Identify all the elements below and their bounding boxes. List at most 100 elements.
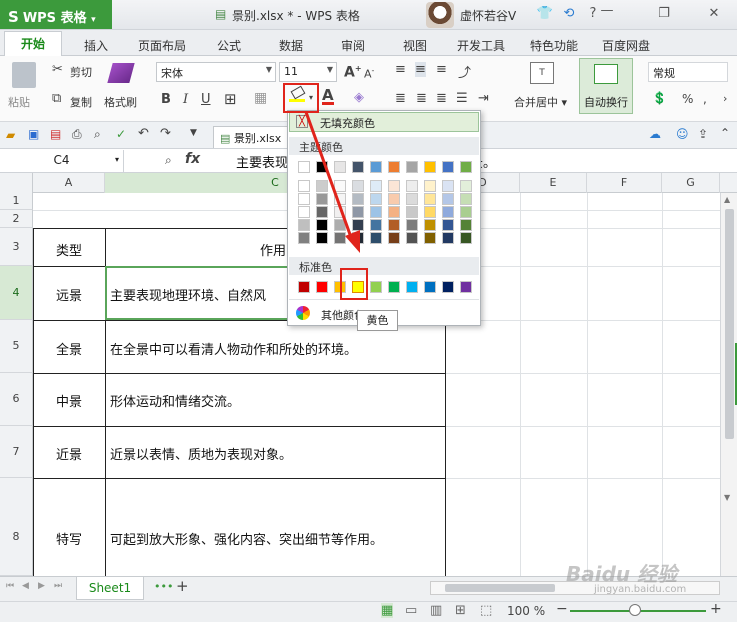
merge-center-button[interactable]: 合并居中 ▾ <box>514 94 567 110</box>
theme-color-swatch[interactable] <box>352 206 364 218</box>
theme-color-swatch[interactable] <box>334 180 346 192</box>
full-screen-icon[interactable]: ⬚ <box>480 603 492 618</box>
theme-color-swatch[interactable] <box>460 193 472 205</box>
theme-color-swatch[interactable] <box>298 219 310 231</box>
share-icon[interactable]: ⇪ <box>698 127 708 141</box>
theme-color-swatch[interactable] <box>298 161 310 173</box>
user-share-icon[interactable]: ☺ <box>676 127 689 141</box>
theme-color-swatch[interactable] <box>424 193 436 205</box>
cell-a4[interactable]: 远景 <box>56 285 82 304</box>
theme-color-swatch[interactable] <box>388 219 400 231</box>
cell-c3[interactable]: 作用 <box>260 240 286 259</box>
theme-color-swatch[interactable] <box>352 232 364 244</box>
row-header-3[interactable]: 3 <box>0 228 33 266</box>
file-tab[interactable]: ▤ 景别.xlsx <box>213 126 293 148</box>
no-fill-option[interactable]: ╳ 无填充颜色 <box>289 112 479 132</box>
theme-color-swatch[interactable] <box>298 180 310 192</box>
sheet-tab-sheet1[interactable]: Sheet1 <box>76 577 144 600</box>
standard-color-swatch[interactable] <box>406 281 418 293</box>
theme-color-swatch[interactable] <box>316 161 328 173</box>
percent-button[interactable]: % <box>682 92 693 106</box>
standard-color-swatch[interactable] <box>370 281 382 293</box>
standard-color-swatch[interactable] <box>460 281 472 293</box>
standard-color-swatch[interactable] <box>298 281 310 293</box>
row-header-1[interactable]: 1 <box>0 193 33 210</box>
next-sheet-icon[interactable]: ▶ <box>38 581 45 591</box>
tab-baidu-pan[interactable]: 百度网盘 <box>602 37 650 54</box>
cell-c7[interactable]: 近景以表情、质地为表现对象。 <box>110 444 292 463</box>
paste-icon[interactable] <box>12 62 36 88</box>
column-header-f[interactable]: F <box>587 173 662 193</box>
user-name[interactable]: 虚怀若谷V <box>460 7 516 24</box>
currency-icon[interactable]: 💲 <box>652 91 667 105</box>
avatar[interactable] <box>426 2 454 28</box>
column-header-e[interactable]: E <box>520 173 587 193</box>
theme-color-swatch[interactable] <box>370 232 382 244</box>
theme-color-swatch[interactable] <box>370 193 382 205</box>
scissors-icon[interactable]: ✂ <box>52 62 63 77</box>
font-color-icon[interactable]: A <box>322 88 334 105</box>
theme-color-swatch[interactable] <box>406 219 418 231</box>
prev-sheet-icon[interactable]: ◀ <box>22 581 29 591</box>
theme-color-swatch[interactable] <box>424 232 436 244</box>
wrap-text-button[interactable]: 自动换行 <box>579 58 633 114</box>
cell-a8[interactable]: 特写 <box>56 529 82 548</box>
theme-color-swatch[interactable] <box>334 206 346 218</box>
last-sheet-icon[interactable]: ⏭ <box>54 581 62 591</box>
tab-insert[interactable]: 插入 <box>84 37 108 54</box>
name-box[interactable]: C4 ▾ <box>0 150 124 172</box>
zoom-out-button[interactable]: − <box>556 601 568 617</box>
tab-review[interactable]: 审阅 <box>341 37 365 54</box>
theme-color-swatch[interactable] <box>442 232 454 244</box>
underline-button[interactable]: U <box>201 92 211 107</box>
theme-color-swatch[interactable] <box>388 206 400 218</box>
decrease-font-icon[interactable]: A- <box>364 66 374 81</box>
theme-color-swatch[interactable] <box>352 193 364 205</box>
theme-color-swatch[interactable] <box>388 193 400 205</box>
format-painter-button[interactable]: 格式刷 <box>104 94 137 110</box>
orientation-icon[interactable]: ⤴ <box>458 62 471 81</box>
cell-a6[interactable]: 中景 <box>56 391 82 410</box>
theme-color-swatch[interactable] <box>424 219 436 231</box>
print-icon[interactable]: ⎙ <box>72 127 82 142</box>
theme-color-swatch[interactable] <box>406 193 418 205</box>
theme-color-swatch[interactable] <box>460 180 472 192</box>
tab-page-layout[interactable]: 页面布局 <box>138 37 186 54</box>
search-icon[interactable]: ⌕ <box>165 153 172 168</box>
normal-view-icon[interactable]: ▦ <box>381 603 394 618</box>
fx-button[interactable]: fx <box>185 151 200 167</box>
align-bottom-icon[interactable]: ≡ <box>436 62 447 77</box>
tab-view[interactable]: 视图 <box>403 37 427 54</box>
tab-data[interactable]: 数据 <box>279 37 303 54</box>
indent-icon[interactable]: ⇥ <box>478 91 489 106</box>
spellcheck-icon[interactable]: ✓ <box>116 127 126 141</box>
theme-color-swatch[interactable] <box>442 219 454 231</box>
customize-dropdown-icon[interactable]: ▼ <box>190 128 197 138</box>
tab-special[interactable]: 特色功能 <box>530 37 578 54</box>
align-middle-icon[interactable]: ≡ <box>415 62 426 77</box>
minimize-ribbon-icon[interactable]: ⌃ <box>720 126 730 140</box>
theme-color-swatch[interactable] <box>424 180 436 192</box>
zoom-level[interactable]: 100 % <box>507 604 545 618</box>
theme-color-swatch[interactable] <box>442 180 454 192</box>
theme-color-swatch[interactable] <box>298 206 310 218</box>
theme-color-swatch[interactable] <box>352 219 364 231</box>
row-header-4[interactable]: 4 <box>0 266 33 320</box>
theme-color-swatch[interactable] <box>406 161 418 173</box>
theme-color-swatch[interactable] <box>334 232 346 244</box>
theme-color-swatch[interactable] <box>388 161 400 173</box>
paste-label[interactable]: 粘贴 <box>8 94 30 110</box>
row-header-7[interactable]: 7 <box>0 426 33 478</box>
standard-color-swatch[interactable] <box>442 281 454 293</box>
align-top-icon[interactable]: ≡ <box>395 62 406 77</box>
theme-color-swatch[interactable] <box>316 232 328 244</box>
preview-icon[interactable]: ⌕ <box>94 127 101 142</box>
column-header-g[interactable]: G <box>662 173 720 193</box>
theme-color-swatch[interactable] <box>460 161 472 173</box>
theme-color-swatch[interactable] <box>370 161 382 173</box>
copy-icon[interactable]: ⧉ <box>52 91 61 106</box>
theme-color-swatch[interactable] <box>406 232 418 244</box>
shirt-icon[interactable]: 👕 <box>536 5 554 23</box>
align-center-icon[interactable]: ≣ <box>416 91 427 106</box>
theme-color-swatch[interactable] <box>406 206 418 218</box>
